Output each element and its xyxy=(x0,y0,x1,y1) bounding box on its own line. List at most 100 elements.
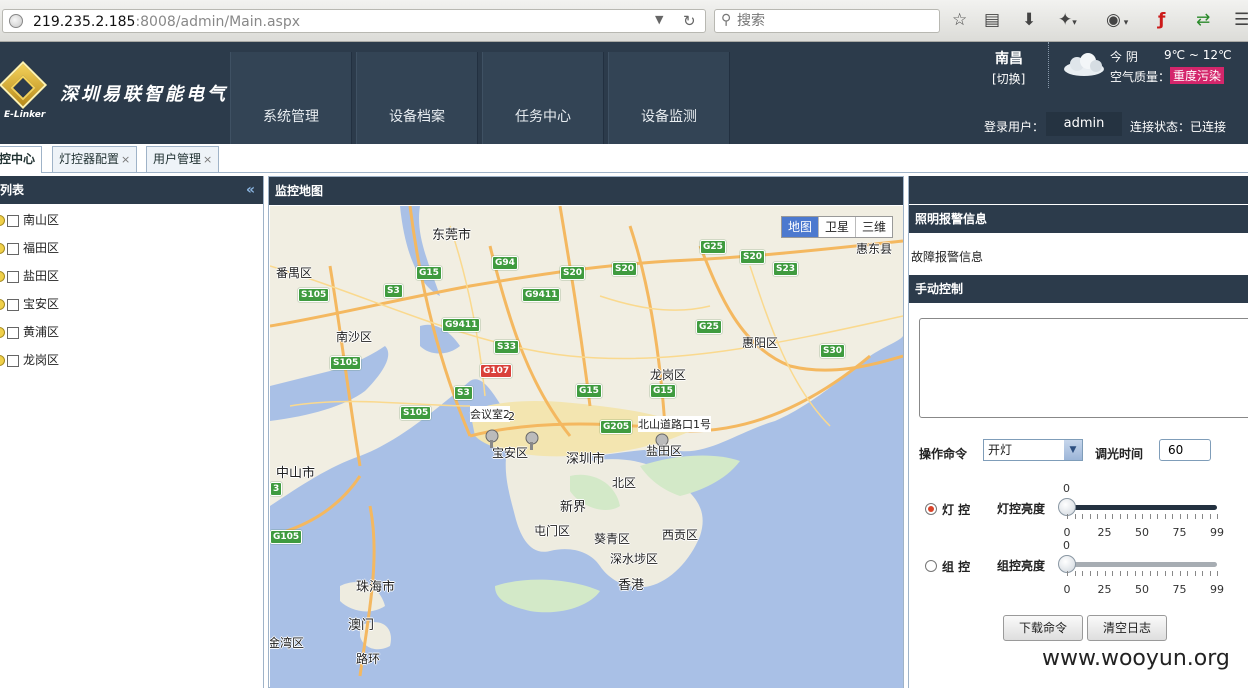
lamp-brightness-label: 灯控亮度 xyxy=(997,502,1046,516)
map-type-satellite-button[interactable]: 卫星 xyxy=(817,217,855,237)
sync-icon[interactable]: ⇄ xyxy=(1196,10,1210,30)
scale-label: 50 xyxy=(1135,583,1149,596)
marker-label: 北山道路口1号 xyxy=(638,416,711,432)
search-icon: ⚲ xyxy=(721,12,732,28)
watermark: www.wooyun.org xyxy=(1042,646,1230,671)
map-label: 路环 xyxy=(356,652,381,666)
scale-label: 0 xyxy=(1063,526,1071,539)
monitor-map-panel: 监控地图 S105 S3 G15 G94 S20 S20 G25 S20 S23… xyxy=(268,176,904,688)
district-checkbox[interactable] xyxy=(7,354,19,367)
tree-item-district[interactable]: 宝安区 xyxy=(0,294,59,314)
tab-control-center[interactable]: 控中心 xyxy=(0,146,43,173)
city-switch-link[interactable]: [切换] xyxy=(992,70,1025,87)
road-shield: G205 xyxy=(600,420,633,434)
nav-device-monitor[interactable]: 设备监测 xyxy=(608,52,730,144)
globe-icon xyxy=(9,14,23,28)
scale-label: 75 xyxy=(1172,526,1187,539)
dim-time-input[interactable] xyxy=(1159,439,1211,461)
road-shield: 3 xyxy=(270,482,283,496)
search-box[interactable]: ⚲ xyxy=(714,9,940,33)
reading-list-icon[interactable]: ▤ xyxy=(984,10,1000,30)
road-shield: S20 xyxy=(560,266,586,280)
manual-control-title: 手动控制 xyxy=(909,275,1248,303)
road-shield: G105 xyxy=(270,530,303,544)
chevron-down-icon[interactable]: ▼ xyxy=(1064,440,1082,460)
map-label: 葵青区 xyxy=(594,532,631,546)
group-brightness-label: 组控亮度 xyxy=(997,559,1046,573)
tree-item-district[interactable]: 南山区 xyxy=(0,210,59,230)
url-text[interactable]: 219.235.2.185:8008/admin/Main.aspx xyxy=(33,14,300,30)
command-log-textarea[interactable] xyxy=(919,318,1248,418)
map-canvas[interactable]: S105 S3 G15 G94 S20 S20 G25 S20 S23 G9411 G9411 S33… xyxy=(270,206,903,688)
tab-lamp-config[interactable]: 灯控器配置 × xyxy=(52,146,138,172)
lamp-control-radio[interactable] xyxy=(925,503,937,515)
map-label: 金湾区 xyxy=(270,636,305,650)
map-type-3d-button[interactable]: 三维 xyxy=(854,217,892,237)
air-quality-badge: 重度污染 xyxy=(1170,67,1225,84)
address-bar[interactable]: 219.235.2.185:8008/admin/Main.aspx ▼ ↻ xyxy=(2,9,706,33)
road-shield: G94 xyxy=(492,256,518,270)
tree-item-district[interactable]: 龙岗区 xyxy=(0,350,59,370)
road-shield: G107 xyxy=(480,364,513,378)
flash-icon[interactable]: ƒ xyxy=(1158,10,1165,30)
close-icon[interactable]: × xyxy=(121,153,130,166)
clear-log-button[interactable]: 清空日志 xyxy=(1087,615,1167,641)
tree-item-district[interactable]: 盐田区 xyxy=(0,266,59,286)
group-brightness-ticks xyxy=(1067,571,1218,579)
road-shield: G15 xyxy=(650,384,676,398)
bulb-icon xyxy=(0,215,5,226)
district-checkbox[interactable] xyxy=(7,298,19,311)
city-name: 南昌 xyxy=(995,51,1023,67)
map-type-map-button[interactable]: 地图 xyxy=(781,217,818,237)
connection-status: 连接状态：已连接 xyxy=(1130,120,1227,134)
panel-title: 列表 xyxy=(0,176,263,204)
lamp-brightness-track[interactable] xyxy=(1067,505,1217,510)
company-name: 深圳易联智能电气 xyxy=(60,84,228,105)
road-shield: G15 xyxy=(416,266,442,280)
download-icon[interactable]: ⬇ xyxy=(1022,10,1036,30)
road-shield: G9411 xyxy=(522,288,561,302)
menu-icon[interactable]: ☰ xyxy=(1234,10,1248,30)
map-label: 东莞市 xyxy=(432,228,472,243)
scale-label: 25 xyxy=(1097,526,1112,539)
collapse-icon[interactable]: « xyxy=(246,182,255,198)
scale-label: 99 xyxy=(1210,526,1224,539)
district-checkbox[interactable] xyxy=(7,326,19,339)
history-dropdown-icon[interactable]: ▼ xyxy=(655,13,663,26)
map-label: 惠阳区 xyxy=(742,336,779,350)
download-command-button[interactable]: 下载命令 xyxy=(1003,615,1083,641)
tree-item-district[interactable]: 福田区 xyxy=(0,238,59,258)
road-shield: S20 xyxy=(612,262,638,276)
close-icon[interactable]: × xyxy=(203,153,212,166)
extension-icon[interactable]: ✦▾ xyxy=(1058,10,1077,33)
district-checkbox[interactable] xyxy=(7,270,19,283)
group-control-radio[interactable] xyxy=(925,560,937,572)
group-brightness-value: 0 xyxy=(1063,539,1070,552)
map-label: 北区 xyxy=(612,476,637,490)
nav-task-center[interactable]: 任务中心 xyxy=(482,52,604,144)
air-quality-label: 空气质量： xyxy=(1110,70,1171,84)
tab-user-management[interactable]: 用户管理 × xyxy=(146,146,220,172)
search-input[interactable] xyxy=(737,12,937,30)
login-user-label: 登录用户： xyxy=(984,120,1045,134)
star-icon[interactable]: ☆ xyxy=(952,10,967,30)
reload-icon[interactable]: ↻ xyxy=(683,12,696,30)
nav-device-archive[interactable]: 设备档案 xyxy=(356,52,478,144)
district-checkbox[interactable] xyxy=(7,214,19,227)
scale-label: 50 xyxy=(1135,526,1149,539)
road-shield: G25 xyxy=(700,240,726,254)
district-checkbox[interactable] xyxy=(7,242,19,255)
map-label: 西贡区 xyxy=(662,528,699,542)
op-command-select[interactable]: 开灯 ▼ xyxy=(983,439,1083,461)
divider xyxy=(1048,42,1049,88)
lamp-brightness-ticks xyxy=(1067,514,1218,522)
addon-icon[interactable]: ◉ ▾ xyxy=(1106,10,1128,33)
tree-item-district[interactable]: 黄浦区 xyxy=(0,322,59,342)
nav-system-management[interactable]: 系统管理 xyxy=(230,52,352,144)
scale-label: 25 xyxy=(1097,583,1112,596)
op-command-label: 操作命令 xyxy=(919,447,968,461)
district-list-panel: 列表 « 南山区 福田区 盐田区 宝安区 黄浦区 龙岗区 xyxy=(0,176,264,688)
group-brightness-track[interactable] xyxy=(1067,562,1217,567)
cloud-icon xyxy=(1064,53,1104,76)
map-label: 深圳市 xyxy=(566,452,606,467)
